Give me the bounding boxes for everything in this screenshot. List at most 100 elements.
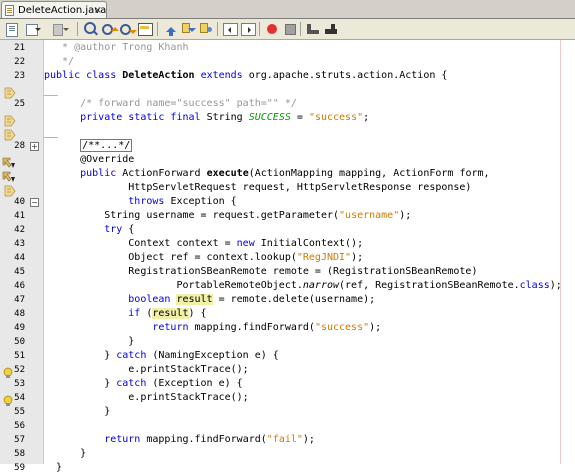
collapsed-javadoc[interactable]: /**...*/ <box>80 139 133 152</box>
code-text: String username = request.getParameter("… <box>44 209 411 223</box>
code-token: ); <box>302 434 315 445</box>
code-line[interactable]: 55 } <box>0 405 575 419</box>
line-number: 44 <box>14 253 25 263</box>
toolbar-separator <box>300 22 301 36</box>
prev-bookmark-icon[interactable] <box>162 21 178 37</box>
code-token: org.apache.struts.action.Action { <box>248 70 448 81</box>
comment-icon[interactable] <box>305 21 321 37</box>
history-icon[interactable] <box>4 21 20 37</box>
next-bookmark-icon[interactable] <box>180 21 196 37</box>
java-file-icon <box>5 5 14 16</box>
code-line[interactable]: 43 Context context = new InitialContext(… <box>0 237 575 251</box>
line-number: 23 <box>14 71 25 81</box>
code-text: PortableRemoteObject.narrow(ref, Registr… <box>44 279 562 293</box>
code-token: catch <box>116 378 153 389</box>
code-line[interactable]: 56 <box>0 419 575 433</box>
code-line[interactable]: 50 } <box>0 335 575 349</box>
code-editor[interactable]: 21 * @author Trong Khanh 22 */23 public cl… <box>0 40 575 473</box>
code-text: @Override <box>44 153 134 167</box>
toggle-bookmark-icon[interactable] <box>198 21 214 37</box>
code-token: extends <box>200 70 249 81</box>
code-text: throws Exception { <box>44 195 236 209</box>
back-icon[interactable] <box>25 21 41 37</box>
code-token: ); <box>549 280 562 291</box>
forward-icon[interactable] <box>51 21 69 37</box>
code-line[interactable]: 53 } catch (Exception e) { <box>0 377 575 391</box>
hint-underline <box>44 137 58 138</box>
code-text: public ActionForward execute(ActionMappi… <box>44 167 490 181</box>
code-line[interactable]: @Override <box>0 153 575 168</box>
code-line[interactable]: 25 /* forward name="success" path="" */ <box>0 97 575 111</box>
hint-icon[interactable] <box>2 182 16 197</box>
code-token: Context context = <box>44 238 237 249</box>
close-tab-icon[interactable]: × <box>94 2 102 19</box>
tab-delete-action[interactable]: DeleteAction.java × <box>1 1 107 18</box>
uncomment-icon[interactable] <box>323 21 339 37</box>
toolbar-separator <box>259 22 260 36</box>
override-icon[interactable] <box>2 168 16 182</box>
code-token: SUCCESS <box>248 112 291 123</box>
code-token: = <box>290 112 309 123</box>
warning-bulb-icon[interactable] <box>2 392 16 406</box>
code-token: (ActionMapping mapping, ActionForm form, <box>248 168 490 179</box>
collapse-fold-icon[interactable]: − <box>30 198 39 207</box>
code-token: PortableRemoteObject. <box>44 280 303 291</box>
find-icon[interactable] <box>83 21 99 37</box>
expand-fold-icon[interactable]: + <box>30 142 39 151</box>
code-line[interactable]: 21 * @author Trong Khanh <box>0 41 575 55</box>
code-line[interactable]: private static final String SUCCESS = "s… <box>0 111 575 127</box>
code-token: */ <box>44 56 75 67</box>
code-line[interactable]: 41 String username = request.getParamete… <box>0 209 575 223</box>
code-text: } <box>44 335 134 349</box>
code-line[interactable]: 28 + /**...*/ <box>0 139 575 153</box>
find-next-icon[interactable] <box>119 21 137 37</box>
line-number: 51 <box>14 351 25 361</box>
code-line[interactable]: 54 e.printStackTrace(); <box>0 391 575 406</box>
find-prev-icon[interactable] <box>101 21 119 37</box>
hint-icon[interactable] <box>2 112 16 127</box>
code-line[interactable]: 46 PortableRemoteObject.narrow(ref, Regi… <box>0 279 575 293</box>
code-text: private static final String SUCCESS = "s… <box>44 111 369 125</box>
code-token: * @author Trong Khanh <box>44 42 189 53</box>
code-line[interactable]: 57 return mapping.findForward("fail"); <box>0 433 575 447</box>
code-line[interactable]: 42 try { <box>0 223 575 237</box>
toggle-highlight-icon[interactable] <box>137 21 153 37</box>
code-text: */ <box>44 55 74 69</box>
warning-bulb-icon[interactable] <box>2 364 16 378</box>
code-token: RegistrationSBeanRemote remote = (Regist… <box>44 266 478 277</box>
stop-macro-icon[interactable] <box>282 21 298 37</box>
code-token: mapping.findForward( <box>146 434 267 445</box>
code-text: } <box>44 405 110 419</box>
code-line[interactable] <box>0 125 575 141</box>
hint-underline <box>44 95 58 96</box>
code-line[interactable]: 51 } catch (NamingException e) { <box>0 349 575 363</box>
code-line[interactable]: 22 */ <box>0 55 575 69</box>
code-token: ); <box>351 252 364 263</box>
code-token: } <box>44 448 87 459</box>
code-token: private static final <box>44 112 207 123</box>
code-token: return <box>44 434 147 445</box>
shift-right-icon[interactable] <box>240 21 256 37</box>
code-line[interactable]: 45 RegistrationSBeanRemote remote = (Reg… <box>0 265 575 279</box>
code-line[interactable]: HttpServletRequest request, HttpServletR… <box>0 181 575 197</box>
code-line[interactable]: 48 if (result) { <box>0 307 575 321</box>
code-line[interactable]: public ActionForward execute(ActionMappi… <box>0 167 575 182</box>
code-line[interactable]: 58 } <box>0 447 575 461</box>
code-line[interactable]: 40− throws Exception { <box>0 195 575 209</box>
override-icon[interactable] <box>2 154 16 168</box>
code-line[interactable]: 44 Object ref = context.lookup("RegJNDI"… <box>0 251 575 265</box>
code-line[interactable] <box>0 83 575 99</box>
code-line[interactable]: 49 return mapping.findForward("success")… <box>0 321 575 335</box>
code-line[interactable]: 52 e.printStackTrace(); <box>0 363 575 378</box>
code-line[interactable]: 47 boolean result = remote.delete(userna… <box>0 293 575 307</box>
hint-icon[interactable] <box>2 126 16 141</box>
shift-left-icon[interactable] <box>222 21 238 37</box>
line-number: 57 <box>14 435 25 445</box>
record-macro-icon[interactable] <box>264 21 280 37</box>
code-token: (ref, RegistrationSBeanRemote. <box>339 280 520 291</box>
code-line[interactable]: 23 public class DeleteAction extends org.… <box>0 69 575 83</box>
hint-icon[interactable] <box>2 84 16 99</box>
code-token: "username" <box>339 210 400 221</box>
code-line[interactable]: 59 } <box>0 461 575 475</box>
code-token: String username = request.getParameter( <box>44 210 340 221</box>
